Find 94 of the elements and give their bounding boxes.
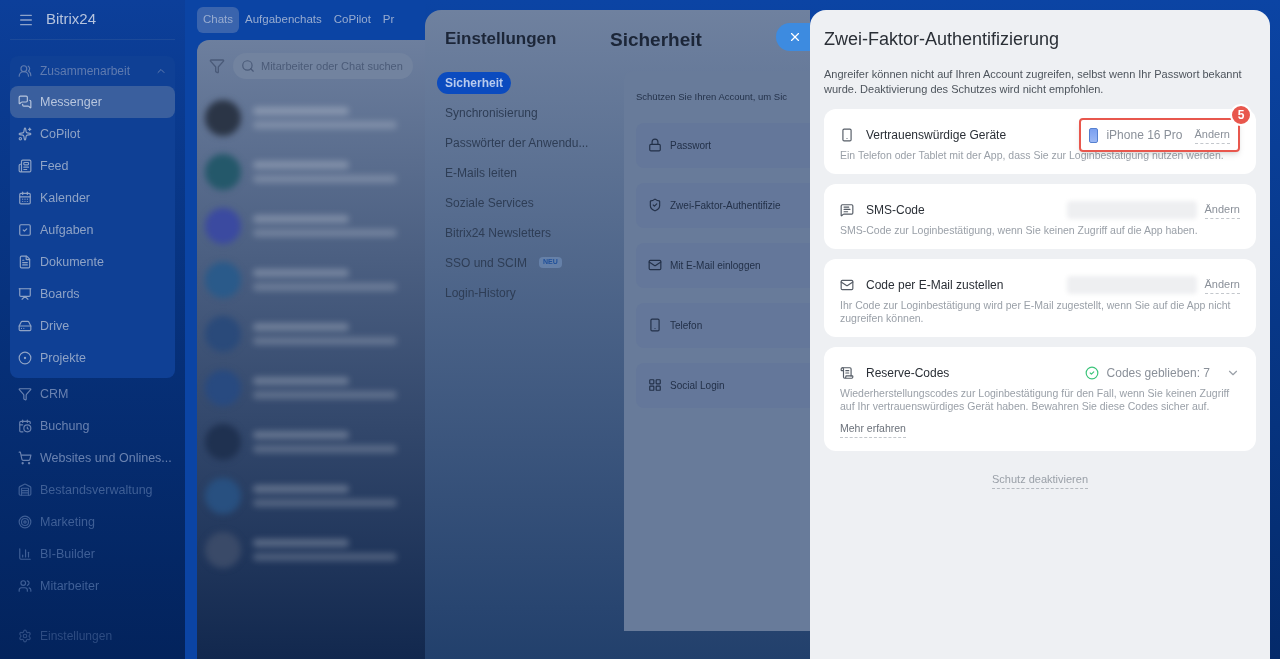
- avatar: [205, 532, 241, 568]
- chat-tab[interactable]: Aufgabenchats: [239, 7, 328, 33]
- people-icon: [18, 64, 32, 78]
- sidebar-item[interactable]: BI-Builder: [10, 538, 175, 570]
- avatar: [205, 100, 241, 136]
- settings-row[interactable]: Passwort: [636, 122, 810, 168]
- sidebar-item[interactable]: Mitarbeiter: [10, 570, 175, 602]
- settings-row[interactable]: Social Login: [636, 362, 810, 408]
- group-header[interactable]: Zusammenarbeit: [10, 56, 175, 86]
- menu-item-icon: [18, 579, 32, 593]
- avatar: [205, 154, 241, 190]
- settings-menu-item[interactable]: Soziale Services: [437, 191, 542, 214]
- intro-text: Schützen Sie Ihren Account, um Sic: [636, 90, 788, 102]
- sidebar-item[interactable]: Dokumente: [10, 246, 175, 278]
- chat-tab[interactable]: Chats: [197, 7, 240, 33]
- close-icon: [788, 30, 802, 44]
- sidebar-item[interactable]: Buchung: [10, 410, 175, 442]
- avatar: [205, 262, 241, 298]
- settings-menu-item[interactable]: Bitrix24 Newsletters: [437, 221, 560, 244]
- menu-item-icon: [18, 419, 32, 433]
- menu-item-icon: [18, 287, 32, 301]
- menu-item-icon: [18, 515, 32, 529]
- mail-icon: [840, 278, 854, 292]
- deactivate-link[interactable]: Schutz deaktivieren: [992, 471, 1088, 489]
- method-description: SMS-Code zur Loginbestätigung, wenn Sie keinen Zugriff auf die App haben.: [840, 224, 1199, 237]
- method-title: Vertrauenswürdige Geräte: [866, 127, 1008, 144]
- sidebar-item[interactable]: Websites und Onlines...: [10, 442, 175, 474]
- menu-item-icon: [18, 223, 32, 237]
- menu-item-icon: [18, 127, 32, 141]
- device-name: iPhone 16 Pro: [1106, 127, 1183, 144]
- avatar: [205, 208, 241, 244]
- menu-item-icon: [18, 483, 32, 497]
- settings-icon: [18, 629, 32, 643]
- menu-item-icon: [18, 351, 32, 365]
- sidebar-item[interactable]: Aufgaben: [10, 214, 175, 246]
- method-description: Ihr Code zur Loginbestätigung wird per E-Mail zugestellt, wenn Sie auf die App nicht zugreifen können.: [840, 299, 1232, 325]
- sidebar-item[interactable]: CRM: [10, 378, 175, 410]
- chat-tab[interactable]: CoPilot: [327, 7, 377, 33]
- sidebar-item[interactable]: Bestandsverwaltung: [10, 474, 175, 506]
- filter-icon[interactable]: [209, 58, 225, 74]
- method-description: Ein Telefon oder Tablet mit der App, dass Sie zur Loginbestätigung nutzen werden.: [840, 149, 1225, 162]
- menu-item-icon: [18, 319, 32, 333]
- row-icon: [648, 378, 662, 392]
- codes-status: Codes geblieben: 7: [1106, 365, 1210, 382]
- change-link[interactable]: Ändern: [1204, 201, 1240, 219]
- row-icon: [648, 318, 662, 332]
- panel-title: Zwei-Faktor-Authentifizierung: [824, 28, 1061, 51]
- sidebar-item[interactable]: Marketing: [10, 506, 175, 538]
- menu-item-icon: [18, 451, 32, 465]
- settings-menu-item[interactable]: Synchronisierung: [437, 101, 546, 124]
- sidebar-item[interactable]: CoPilot: [10, 118, 175, 150]
- sidebar-item[interactable]: Messenger: [10, 86, 175, 118]
- menu-item-icon: [18, 547, 32, 561]
- sidebar-item[interactable]: Drive: [10, 310, 175, 342]
- sidebar-item[interactable]: Projekte: [10, 342, 175, 374]
- avatar: [205, 478, 241, 514]
- menu-item-icon: [18, 255, 32, 269]
- method-title: Reserve-Codes: [866, 365, 951, 382]
- app-logo: Bitrix24: [46, 9, 97, 30]
- sidebar-item[interactable]: Kalender: [10, 182, 175, 214]
- sidebar-item[interactable]: Feed: [10, 150, 175, 182]
- menu-item-icon: [18, 159, 32, 173]
- settings-title: Einstellungen: [444, 28, 558, 50]
- check-icon: [1084, 366, 1099, 380]
- sms-icon: [840, 203, 854, 217]
- settings-menu-item[interactable]: Sicherheit: [437, 71, 512, 94]
- step-badge: 5: [1230, 104, 1252, 126]
- settings-menu-item[interactable]: Passwörter der Anwendu...: [437, 131, 597, 154]
- change-link[interactable]: Ändern: [1194, 126, 1230, 144]
- phone-icon: [1089, 127, 1099, 143]
- method-title: SMS-Code: [866, 202, 926, 219]
- row-icon: [648, 198, 662, 212]
- section-title: Sicherheit: [610, 29, 702, 50]
- settings-row[interactable]: Mit E-Mail einloggen: [636, 242, 810, 288]
- phone-icon: [840, 128, 854, 142]
- close-button[interactable]: [776, 23, 810, 51]
- row-icon: [648, 138, 662, 152]
- menu-item-icon: [18, 387, 32, 401]
- method-title: Code per E-Mail zustellen: [866, 277, 1005, 294]
- avatar: [205, 424, 241, 460]
- sidebar-item[interactable]: Boards: [10, 278, 175, 310]
- settings-row[interactable]: Zwei-Faktor-Authentifizie: [636, 182, 810, 228]
- menu-item-icon: [18, 191, 32, 205]
- avatar: [205, 316, 241, 352]
- more-link[interactable]: Mehr erfahren: [840, 421, 906, 438]
- chat-tab[interactable]: Pr: [376, 7, 401, 33]
- change-link[interactable]: Ändern: [1204, 276, 1240, 294]
- panel-description: Angreifer können nicht auf Ihren Account zugreifen, selbst wenn Ihr Passwort bekannt wurde. Deaktivierung des Schutzes wird nicht empfohlen.: [824, 67, 1243, 97]
- search-icon: [241, 59, 255, 73]
- menu-item-icon: [18, 95, 32, 109]
- method-description: Wiederherstellungscodes zur Loginbestätigung für den Fall, wenn Sie keinen Zugriff auf Ihr vertrauenswürdiges Gerät haben. Bewahren Sie diese Codes sicher auf.: [840, 387, 1231, 413]
- row-icon: [648, 258, 662, 272]
- settings-menu-item[interactable]: E-Mails leiten: [437, 161, 526, 184]
- settings-row[interactable]: Telefon: [636, 302, 810, 348]
